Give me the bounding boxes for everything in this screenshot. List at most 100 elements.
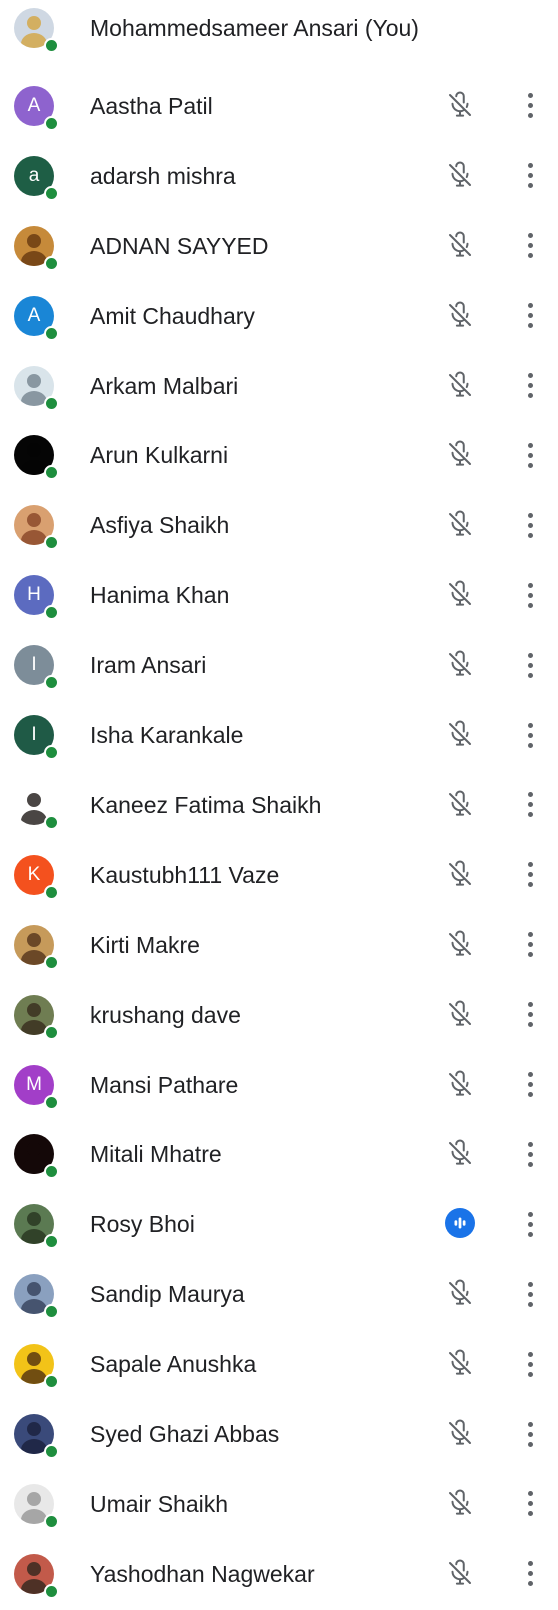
more-dot [527, 462, 533, 468]
more-vert-icon[interactable] [518, 790, 542, 820]
participant-name: ADNAN SAYYED [90, 232, 269, 259]
participant-row[interactable]: Mitali Mhatre [0, 1118, 558, 1188]
participant-row[interactable]: Sapale Anushka [0, 1328, 558, 1398]
more-dot [527, 1002, 533, 1008]
participant-row[interactable]: Arun Kulkarni [0, 419, 558, 489]
participant-row[interactable]: a adarsh mishra [0, 140, 558, 210]
more-vert-icon[interactable] [518, 1209, 542, 1239]
more-vert-icon[interactable] [518, 510, 542, 540]
participants-list: Mohammedsameer Ansari (You) A Aastha Patil… [0, 0, 558, 1610]
more-vert-icon[interactable] [518, 1000, 542, 1030]
more-vert-icon[interactable] [518, 930, 542, 960]
more-dot [527, 1022, 533, 1028]
more-vert-icon[interactable] [518, 1349, 542, 1379]
avatar-container: a [14, 155, 59, 201]
more-vert-icon[interactable] [518, 1070, 542, 1100]
participant-row[interactable]: Umair Shaikh [0, 1468, 558, 1538]
more-vert-icon[interactable] [518, 1559, 542, 1589]
online-status-dot [44, 1234, 59, 1250]
more-vert-icon[interactable] [518, 231, 542, 261]
participant-row[interactable]: I Iram Ansari [0, 629, 558, 699]
mic-off-icon [445, 579, 475, 609]
participant-row[interactable]: Asfiya Shaikh [0, 489, 558, 559]
participant-row[interactable]: Rosy Bhoi [0, 1188, 558, 1258]
more-dot [527, 742, 533, 748]
more-dot [527, 952, 533, 958]
online-status-dot [44, 325, 59, 341]
online-status-dot [44, 745, 59, 760]
more-dot [527, 442, 533, 448]
more-dot [527, 452, 533, 458]
mic-off-icon [445, 719, 475, 749]
participant-name: Arkam Malbari [90, 372, 239, 399]
more-vert-icon[interactable] [518, 1139, 542, 1169]
more-dot [527, 522, 533, 528]
online-status-dot [44, 465, 59, 481]
participant-row[interactable]: Mohammedsameer Ansari (You) [0, 0, 558, 70]
more-dot [527, 1511, 533, 1517]
more-vert-icon[interactable] [518, 371, 542, 401]
more-dot [527, 722, 533, 728]
more-vert-icon[interactable] [518, 580, 542, 610]
more-vert-icon[interactable] [518, 161, 542, 191]
more-vert-icon[interactable] [518, 1419, 542, 1449]
participant-row[interactable]: ADNAN SAYYED [0, 210, 558, 280]
participant-name: Sandip Maurya [90, 1281, 245, 1308]
more-vert-icon[interactable] [518, 1279, 542, 1309]
online-status-dot [44, 115, 59, 131]
avatar-container: A [14, 85, 59, 131]
mic-off-icon [445, 370, 475, 400]
more-dot [527, 512, 533, 518]
participant-name: Sapale Anushka [90, 1351, 257, 1378]
mic-off-icon [445, 90, 475, 120]
more-dot [527, 1571, 533, 1577]
online-status-dot [44, 814, 59, 830]
more-vert-icon[interactable] [518, 860, 542, 890]
participant-row[interactable]: krushang dave [0, 979, 558, 1049]
online-status-dot [44, 1444, 59, 1459]
participant-row[interactable]: Yashodhan Nagwekar [0, 1538, 558, 1608]
participant-row[interactable]: Syed Ghazi Abbas [0, 1398, 558, 1468]
participant-row[interactable]: Sandip Maurya [0, 1258, 558, 1328]
more-dot [527, 1371, 533, 1377]
participant-name: adarsh mishra [90, 162, 236, 189]
more-dot [527, 313, 533, 319]
avatar-container: K [14, 854, 59, 900]
more-dot [527, 393, 533, 398]
online-status-dot [44, 675, 59, 691]
participant-row[interactable]: A Aastha Patil [0, 70, 558, 140]
mic-off-icon [445, 859, 475, 889]
mic-off-icon [445, 1558, 475, 1588]
more-vert-icon[interactable] [518, 1489, 542, 1519]
online-status-dot [44, 1513, 59, 1529]
online-status-dot [44, 38, 59, 53]
mic-off-icon [445, 439, 475, 469]
participant-row[interactable]: Kirti Makre [0, 909, 558, 979]
participant-row[interactable]: H Hanima Khan [0, 559, 558, 629]
avatar-container: H [14, 575, 59, 621]
participant-row[interactable]: Kaneez Fatima Shaikh [0, 769, 558, 839]
participant-row[interactable]: M Mansi Pathare [0, 1049, 558, 1119]
more-dot [527, 113, 533, 119]
participant-row[interactable]: A Amit Chaudhary [0, 280, 558, 350]
more-vert-icon[interactable] [518, 440, 542, 470]
more-vert-icon[interactable] [518, 720, 542, 750]
participant-row[interactable]: Arkam Malbari [0, 350, 558, 420]
avatar-container [14, 1553, 59, 1599]
mic-off-icon [445, 300, 475, 330]
online-status-dot [44, 884, 59, 900]
more-dot [527, 1231, 533, 1237]
avatar-container [14, 924, 59, 970]
more-vert-icon[interactable] [518, 91, 542, 121]
participant-name: Amit Chaudhary [90, 302, 255, 329]
more-dot [527, 932, 533, 938]
participant-row[interactable]: I Isha Karankale [0, 699, 558, 769]
mic-off-icon [445, 230, 475, 260]
mic-off-icon [445, 999, 475, 1029]
more-dot [527, 1491, 533, 1497]
more-vert-icon[interactable] [518, 650, 542, 680]
participant-row[interactable]: K Kaustubh111 Vaze [0, 839, 558, 909]
avatar-container: A [14, 295, 59, 341]
more-vert-icon[interactable] [518, 301, 542, 331]
more-dot [527, 1351, 533, 1357]
